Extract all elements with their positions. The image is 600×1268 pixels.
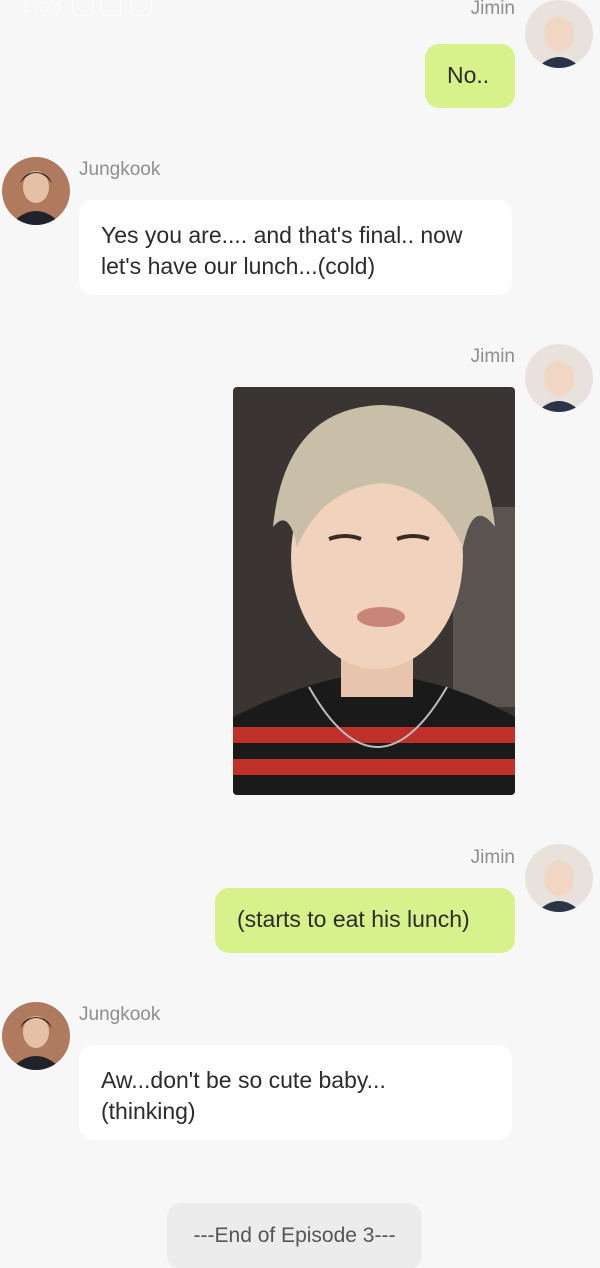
message-text: No.. — [447, 62, 490, 88]
avatar[interactable] — [2, 1002, 70, 1070]
sender-name: Jimin — [470, 847, 515, 868]
message-bubble[interactable]: Yes you are.... and that's final.. now l… — [79, 200, 512, 295]
sender-name: Jimin — [470, 346, 515, 367]
message-bubble[interactable]: No.. — [425, 44, 515, 108]
avatar[interactable] — [525, 344, 593, 412]
sender-name: Jimin — [470, 0, 515, 19]
message-text: Aw...don't be so cute baby...(thinking) — [101, 1067, 386, 1124]
message-bubble[interactable]: (starts to eat his lunch) — [215, 888, 515, 953]
notification-icon — [72, 0, 94, 16]
sender-name: Jungkook — [79, 1004, 161, 1025]
notification-icon — [100, 0, 122, 16]
avatar[interactable] — [525, 844, 593, 912]
message-text: (starts to eat his lunch) — [237, 906, 470, 932]
sender-name: Jungkook — [79, 159, 161, 180]
avatar[interactable] — [2, 157, 70, 225]
message-bubble[interactable]: Aw...don't be so cute baby...(thinking) — [79, 1045, 512, 1140]
avatar[interactable] — [525, 0, 593, 68]
episode-end-label: ---End of Episode 3--- — [167, 1203, 422, 1268]
shared-photo[interactable] — [233, 387, 515, 795]
chat-screen: 1:53 Jimin No.. Jungkook Yes you are....… — [0, 0, 600, 1268]
notification-icon — [130, 0, 152, 16]
message-text: Yes you are.... and that's final.. now l… — [101, 222, 463, 279]
status-time: 1:53 — [20, 0, 63, 17]
